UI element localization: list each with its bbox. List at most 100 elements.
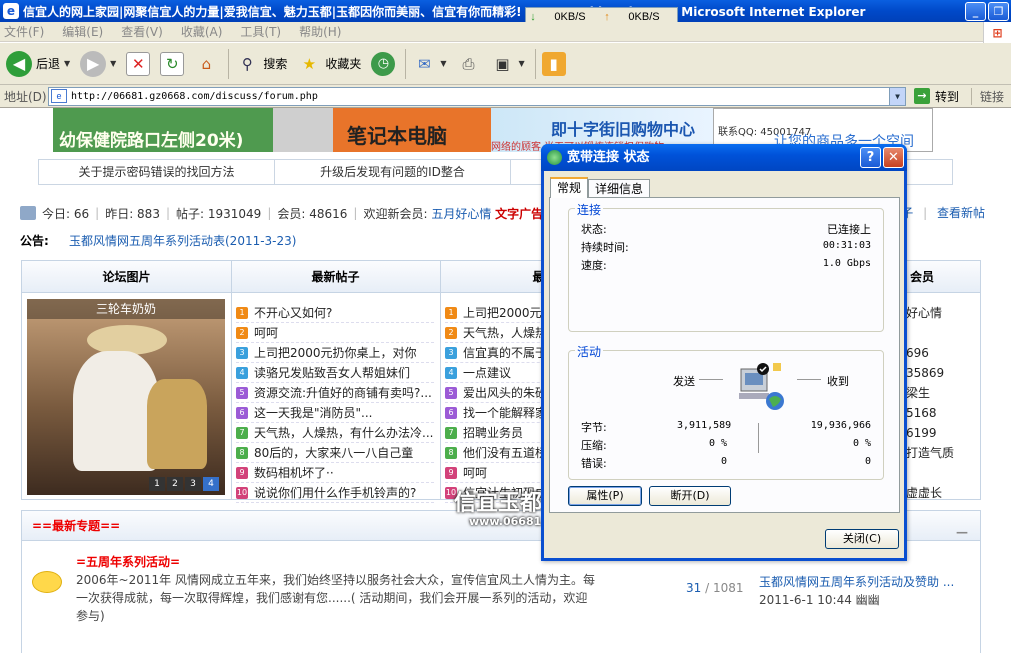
forward-button[interactable]: ▶ ▼ <box>80 48 116 80</box>
post-title[interactable]: 说说你们用什么作手机铃声的? <box>254 484 416 501</box>
post-title[interactable]: 呵呵 <box>463 464 487 481</box>
tab-details[interactable]: 详细信息 <box>588 179 651 198</box>
post-title[interactable]: 读骆兄发贴致吾女人帮姐妹们 <box>254 364 410 381</box>
list-item[interactable]: 5 资源交流:升值好的商铺有卖吗?... <box>236 383 434 403</box>
dialog-close-button[interactable]: ✕ <box>883 147 904 168</box>
member-name[interactable] <box>906 323 980 343</box>
minimize-button[interactable]: _ <box>965 1 986 21</box>
notice-link[interactable]: 关于提示密码错误的找回方法 <box>39 160 275 184</box>
member-name[interactable]: 好心情 <box>906 303 980 323</box>
list-item[interactable]: 7 天气热，人燥热，有什么办法冷... <box>236 423 434 443</box>
post-title[interactable]: 资源交流:升值好的商铺有卖吗?... <box>254 384 432 401</box>
ad-banner-1[interactable]: 幼保健院路口左侧20米) <box>53 108 273 152</box>
list-item[interactable]: 2 呵呵 <box>236 323 434 343</box>
notice-link[interactable]: 升级后发现有问题的ID整合 <box>275 160 511 184</box>
post-title[interactable]: 他们没有五道桥 <box>463 444 547 461</box>
photo-caption: 三轮车奶奶 <box>27 299 225 319</box>
search-button[interactable]: ⚲ 搜索 <box>235 48 288 80</box>
back-button[interactable]: ◀ 后退 ▼ <box>6 48 70 80</box>
properties-button[interactable]: 属性(P) <box>568 486 642 506</box>
member-name[interactable]: 696 <box>906 343 980 363</box>
member-name[interactable]: 打造气质 <box>906 443 980 463</box>
ad-banner-3[interactable]: 笔记本电脑 <box>333 108 491 152</box>
tab-general[interactable]: 常规 <box>550 177 589 198</box>
member-name[interactable]: 5168 <box>906 403 980 423</box>
links-button[interactable]: 链接 <box>971 87 1004 105</box>
post-title[interactable]: 找一个能解释家 <box>463 404 547 421</box>
collapse-icon[interactable]: — <box>956 517 968 547</box>
post-title[interactable]: 信宜真的不属于 <box>463 344 547 361</box>
list-item[interactable]: 4 一点建议 <box>445 363 555 383</box>
menu-view[interactable]: 查看(V) <box>121 23 163 40</box>
edit-button[interactable]: ▣ ▼ <box>491 48 525 80</box>
list-item[interactable]: 3 上司把2000元扔你桌上，对你 <box>236 343 434 363</box>
list-item[interactable]: 4 读骆兄发贴致吾女人帮姐妹们 <box>236 363 434 383</box>
favorites-button[interactable]: ★ 收藏夹 <box>297 48 362 80</box>
list-item[interactable]: 6 这一天我是"消防员"... <box>236 403 434 423</box>
list-item[interactable]: 9 数码相机坏了·· <box>236 463 434 483</box>
list-item[interactable]: 6 找一个能解释家 <box>445 403 555 423</box>
photo-page-2[interactable]: 2 <box>167 477 183 491</box>
view-new-posts-link[interactable]: 查看新帖 <box>937 206 985 220</box>
member-name[interactable]: 35869 <box>906 363 980 383</box>
ad-banner-2[interactable] <box>273 108 333 152</box>
list-item[interactable]: 5 爱出风头的朱砂 <box>445 383 555 403</box>
list-item[interactable]: 8 他们没有五道桥 <box>445 443 555 463</box>
post-title[interactable]: 上司把2000元扔你桌上，对你 <box>254 344 417 361</box>
history-button[interactable]: ◷ <box>371 48 396 80</box>
topic-title[interactable]: =五周年系列活动= <box>76 553 180 570</box>
post-title[interactable]: 呵呵 <box>254 324 278 341</box>
disconnect-button[interactable]: 断开(D) <box>649 486 731 506</box>
post-title[interactable]: 天气热，人燥热，有什么办法冷... <box>254 424 433 441</box>
mail-dropdown-icon[interactable]: ▼ <box>440 59 446 68</box>
member-name[interactable]: 6199 <box>906 423 980 443</box>
list-item[interactable]: 1 不开心又如何? <box>236 303 434 323</box>
address-input[interactable]: e http://06681.gz0668.com/discuss/forum.… <box>48 86 906 106</box>
list-item[interactable]: 9 呵呵 <box>445 463 555 483</box>
address-dropdown-icon[interactable]: ▼ <box>889 87 905 105</box>
print-button[interactable]: ⎙ <box>457 48 481 80</box>
photo-page-4[interactable]: 4 <box>203 477 219 491</box>
member-name[interactable]: 梁生 <box>906 383 980 403</box>
photo-page-3[interactable]: 3 <box>185 477 201 491</box>
menu-edit[interactable]: 编辑(E) <box>62 23 103 40</box>
photo-page-1[interactable]: 1 <box>149 477 165 491</box>
messenger-button[interactable]: ▮ <box>541 48 566 80</box>
list-item[interactable]: 1 上司把2000元扔 <box>445 303 555 323</box>
post-title[interactable]: 数码相机坏了·· <box>254 464 334 481</box>
dialog-title-bar[interactable]: 宽带连接 状态 ? ✕ <box>541 144 907 171</box>
edit-dropdown-icon[interactable]: ▼ <box>519 59 525 68</box>
forum-photo[interactable]: 三轮车奶奶 1 2 3 4 <box>27 299 225 495</box>
restore-button[interactable]: ❐ <box>988 1 1009 21</box>
menu-favorites[interactable]: 收藏(A) <box>181 23 223 40</box>
mail-button[interactable]: ✉ ▼ <box>412 48 446 80</box>
post-title[interactable]: 爱出风头的朱砂 <box>463 384 547 401</box>
post-title[interactable]: 80后的，大家来八一八自己童 <box>254 444 413 461</box>
member-name[interactable]: 虚虚长 <box>906 483 980 503</box>
new-member-link[interactable]: 五月好心情 <box>431 205 491 222</box>
list-item[interactable]: 3 信宜真的不属于 <box>445 343 555 363</box>
post-title[interactable]: 天气热，人燥热 <box>463 324 547 341</box>
home-button[interactable]: ⌂ <box>194 48 218 80</box>
post-title[interactable]: 不开心又如何? <box>254 304 332 321</box>
forward-dropdown-icon[interactable]: ▼ <box>110 59 116 68</box>
menu-file[interactable]: 文件(F) <box>4 23 44 40</box>
list-item[interactable]: 2 天气热，人燥热 <box>445 323 555 343</box>
list-item[interactable]: 7 招聘业务员 <box>445 423 555 443</box>
announcement-link[interactable]: 玉都风情网五周年系列活动表(2011-3-23) <box>69 234 296 248</box>
refresh-button[interactable]: ↻ <box>160 48 185 80</box>
topic-last-post[interactable]: 玉都风情网五周年系列活动及赞助 ... <box>759 573 979 590</box>
help-button[interactable]: ? <box>860 147 881 168</box>
member-name[interactable] <box>906 463 980 483</box>
back-dropdown-icon[interactable]: ▼ <box>64 59 70 68</box>
menu-tools[interactable]: 工具(T) <box>240 23 281 40</box>
go-button[interactable]: → 转到 <box>914 88 959 105</box>
menu-help[interactable]: 帮助(H) <box>299 23 341 40</box>
post-title[interactable]: 一点建议 <box>463 364 511 381</box>
post-title[interactable]: 这一天我是"消防员"... <box>254 404 372 421</box>
stop-button[interactable]: ✕ <box>126 48 151 80</box>
post-title[interactable]: 上司把2000元扔 <box>463 304 554 321</box>
post-title[interactable]: 招聘业务员 <box>463 424 523 441</box>
close-button[interactable]: 关闭(C) <box>825 529 899 549</box>
list-item[interactable]: 8 80后的，大家来八一八自己童 <box>236 443 434 463</box>
